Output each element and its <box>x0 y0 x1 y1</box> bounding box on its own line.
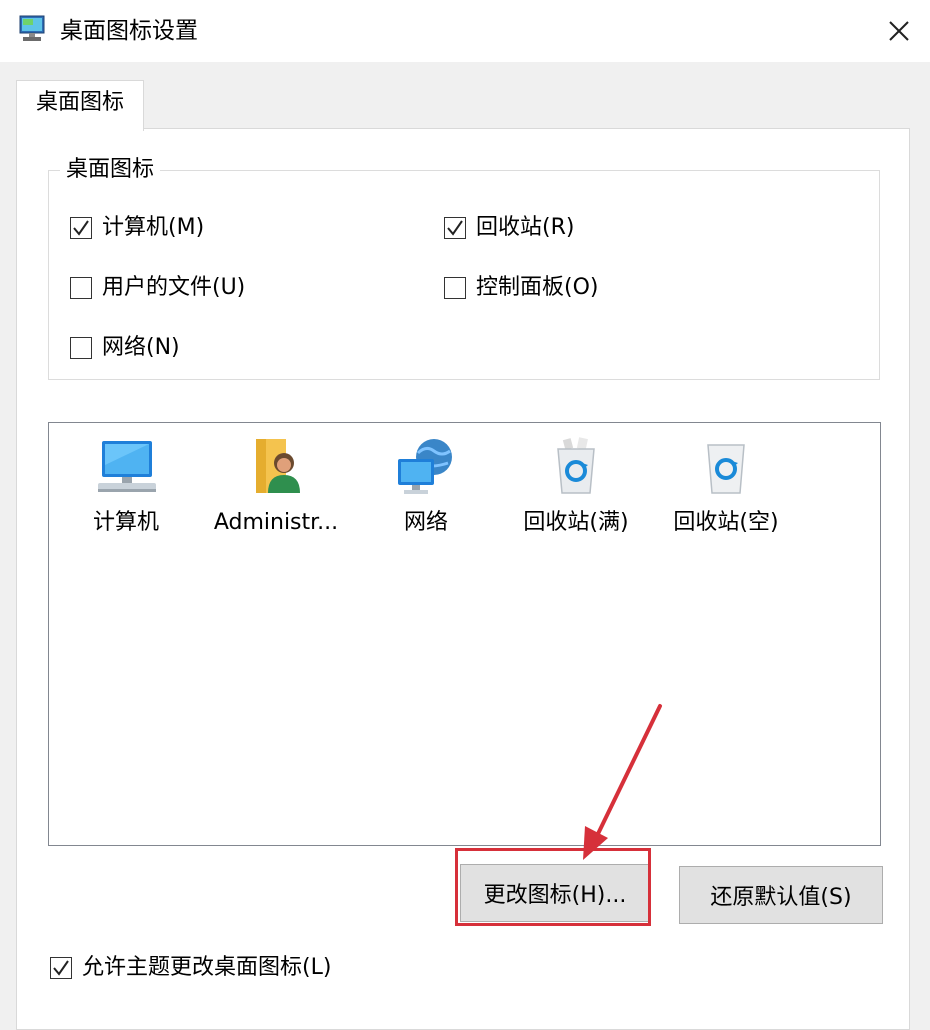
list-item-recycle-bin-empty[interactable]: 回收站(空) <box>656 435 796 537</box>
desktop-settings-icon <box>18 14 46 44</box>
checkbox-box[interactable] <box>444 217 466 239</box>
icon-label: 回收站(空) <box>673 510 779 535</box>
icon-list[interactable]: 计算机 Administr... 网络 回收站(满) 回收站(空) <box>48 422 881 846</box>
network-icon <box>394 435 458 499</box>
checkbox-label: 计算机(M) <box>102 215 205 240</box>
change-icon-button[interactable]: 更改图标(H)... <box>460 864 650 922</box>
checkmark-icon <box>447 220 463 236</box>
checkbox-control-panel[interactable]: 控制面板(O) <box>444 274 598 302</box>
checkbox-label: 网络(N) <box>102 335 180 360</box>
checkbox-box[interactable] <box>70 217 92 239</box>
list-item-recycle-bin-full[interactable]: 回收站(满) <box>506 435 646 537</box>
icon-label: 回收站(满) <box>523 510 629 535</box>
group-legend: 桌面图标 <box>60 156 161 184</box>
list-item-computer[interactable]: 计算机 <box>56 435 196 537</box>
checkbox-box[interactable] <box>70 337 92 359</box>
recycle-bin-empty-icon <box>694 435 758 499</box>
checkmark-icon <box>53 960 69 976</box>
checkbox-label: 允许主题更改桌面图标(L) <box>82 955 332 980</box>
checkbox-label: 控制面板(O) <box>476 275 599 300</box>
window-title: 桌面图标设置 <box>60 18 198 44</box>
checkbox-box[interactable] <box>444 277 466 299</box>
list-item-user-folder[interactable]: Administr... <box>206 435 346 537</box>
checkbox-box[interactable] <box>50 957 72 979</box>
icon-label: 计算机 <box>92 510 159 535</box>
restore-default-button[interactable]: 还原默认值(S) <box>679 866 883 924</box>
checkbox-label: 回收站(R) <box>476 215 575 240</box>
close-icon <box>889 21 909 41</box>
computer-icon <box>94 435 158 499</box>
close-button[interactable] <box>868 0 930 62</box>
checkbox-user-files[interactable]: 用户的文件(U) <box>70 274 245 302</box>
icon-label: Administr... <box>213 510 339 535</box>
icon-label: 网络 <box>403 510 448 535</box>
checkbox-allow-themes[interactable]: 允许主题更改桌面图标(L) <box>50 954 331 982</box>
checkbox-label: 用户的文件(U) <box>102 275 246 300</box>
checkbox-computer[interactable]: 计算机(M) <box>70 214 204 242</box>
title-bar: 桌面图标设置 <box>0 0 930 62</box>
checkbox-recycle-bin[interactable]: 回收站(R) <box>444 214 574 242</box>
user-folder-icon <box>244 435 308 499</box>
checkbox-network[interactable]: 网络(N) <box>70 334 180 362</box>
recycle-bin-full-icon <box>544 435 608 499</box>
checkbox-box[interactable] <box>70 277 92 299</box>
list-item-network[interactable]: 网络 <box>356 435 496 537</box>
tab-desktop-icons[interactable]: 桌面图标 <box>16 80 144 131</box>
checkmark-icon <box>73 220 89 236</box>
